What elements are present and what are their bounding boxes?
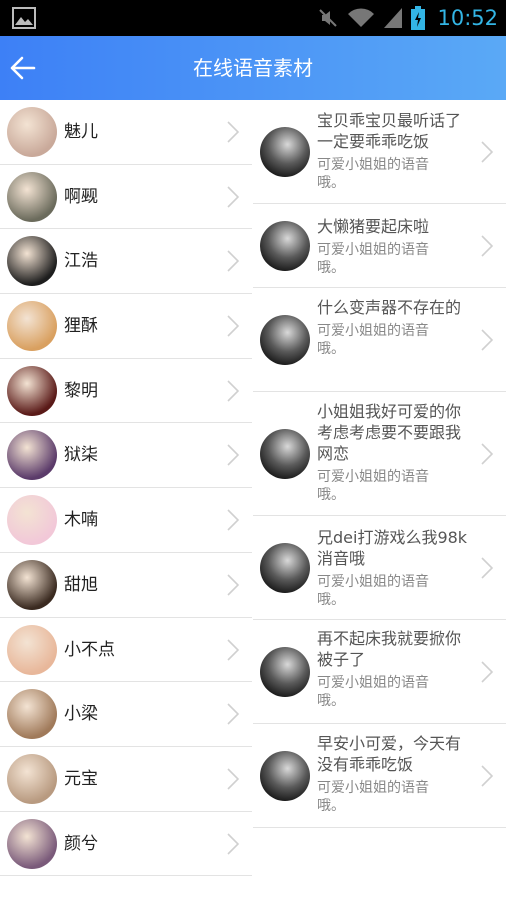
avatar xyxy=(7,171,57,222)
voice-clip-title: 什么变声器不存在的 xyxy=(317,298,462,317)
avatar xyxy=(260,315,310,365)
voice-clip-subtitle: 可爱小姐姐的语音哦。 xyxy=(317,469,429,503)
voice-clip-item[interactable]: 小姐姐我好可爱的你考虑考虑要不要跟我网恋可爱小姐姐的语音哦。 xyxy=(253,392,506,516)
image-notification-icon xyxy=(12,7,36,29)
voice-clip-item[interactable]: 兄dei打游戏么我98k消音哦可爱小姐姐的语音哦。 xyxy=(253,516,506,620)
chevron-right-icon xyxy=(227,186,240,208)
speaker-list-item[interactable]: 啊觋 xyxy=(0,165,252,230)
voice-clip-item[interactable]: 大懒猪要起床啦可爱小姐姐的语音哦。 xyxy=(253,204,506,288)
page-title: 在线语音素材 xyxy=(193,56,313,80)
speaker-list-item[interactable]: 木喃 xyxy=(0,488,252,553)
speaker-name: 小梁 xyxy=(64,704,98,725)
chevron-right-icon xyxy=(481,765,494,787)
voice-clip-subtitle: 可爱小姐姐的语音哦。 xyxy=(317,675,429,709)
avatar xyxy=(7,301,57,352)
speaker-name: 小不点 xyxy=(64,639,115,660)
voice-clip-subtitle: 可爱小姐姐的语音哦。 xyxy=(317,157,429,191)
voice-clip-subtitle: 可爱小姐姐的语音哦。 xyxy=(317,242,429,276)
chevron-right-icon xyxy=(227,250,240,272)
speaker-name: 黎明 xyxy=(64,380,98,401)
chevron-right-icon xyxy=(481,329,494,351)
signal-icon xyxy=(384,8,403,28)
voice-clip-title: 再不起床我就要掀你被子了 xyxy=(317,629,462,669)
chevron-right-icon xyxy=(481,557,494,579)
speaker-name: 魅儿 xyxy=(64,122,98,142)
speaker-list-item[interactable]: 颜兮 xyxy=(0,812,252,877)
avatar xyxy=(260,221,310,271)
avatar xyxy=(260,543,310,593)
speaker-list: 魅儿啊觋江浩狸酥黎明狱柒木喃甜旭小不点小梁元宝颜兮 xyxy=(0,100,252,877)
app-header: 在线语音素材 xyxy=(0,36,506,100)
speaker-name: 狱柒 xyxy=(64,445,98,466)
chevron-right-icon xyxy=(481,141,494,163)
voice-clip-item[interactable]: 再不起床我就要掀你被子了可爱小姐姐的语音哦。 xyxy=(253,620,506,724)
voice-clip-title: 兄dei打游戏么我98k消音哦 xyxy=(317,528,468,568)
chevron-right-icon xyxy=(227,574,240,596)
voice-clip-item[interactable]: 宝贝乖宝贝最听话了一定要乖乖吃饭可爱小姐姐的语音哦。 xyxy=(253,100,506,204)
speaker-name: 啊觋 xyxy=(64,186,98,207)
status-time: 10:52 xyxy=(437,6,498,30)
avatar xyxy=(7,365,57,416)
speaker-list-item[interactable]: 甜旭 xyxy=(0,553,252,618)
speaker-list-item[interactable]: 小不点 xyxy=(0,618,252,683)
chevron-right-icon xyxy=(227,315,240,337)
speaker-list-item[interactable]: 小梁 xyxy=(0,682,252,747)
voice-clip-title: 宝贝乖宝贝最听话了一定要乖乖吃饭 xyxy=(317,111,462,151)
battery-icon xyxy=(411,6,426,30)
speaker-name: 甜旭 xyxy=(64,574,98,595)
chevron-right-icon xyxy=(481,235,494,257)
avatar xyxy=(260,751,310,801)
avatar xyxy=(260,429,310,479)
status-bar: 10:52 xyxy=(0,0,506,36)
speaker-name: 颜兮 xyxy=(64,833,98,854)
avatar xyxy=(7,689,57,740)
voice-clip-item[interactable]: 早安小可爱，今天有没有乖乖吃饭可爱小姐姐的语音哦。 xyxy=(253,724,506,828)
avatar xyxy=(7,495,57,546)
avatar xyxy=(260,647,310,697)
speaker-list-item[interactable]: 狱柒 xyxy=(0,423,252,489)
chevron-right-icon xyxy=(481,661,494,683)
voice-clip-subtitle: 可爱小姐姐的语音哦。 xyxy=(317,780,429,814)
speaker-list-item[interactable]: 狸酥 xyxy=(0,294,252,359)
chevron-right-icon xyxy=(227,703,240,725)
chevron-right-icon xyxy=(227,121,240,143)
avatar xyxy=(7,753,57,804)
voice-clip-item[interactable]: 什么变声器不存在的可爱小姐姐的语音哦。 xyxy=(253,288,506,392)
voice-clip-title: 小姐姐我好可爱的你考虑考虑要不要跟我网恋 xyxy=(317,402,462,463)
voice-clip-subtitle: 可爱小姐姐的语音哦。 xyxy=(317,574,429,608)
chevron-right-icon xyxy=(227,509,240,531)
voice-clip-list: 宝贝乖宝贝最听话了一定要乖乖吃饭 可爱小姐姐的语音哦。 大懒猪要起床啦 可爱小姐姐的语… xyxy=(253,100,506,828)
speaker-list-item[interactable]: 江浩 xyxy=(0,229,252,295)
chevron-right-icon xyxy=(481,443,494,465)
avatar xyxy=(7,818,57,869)
avatar xyxy=(7,559,57,610)
voice-clip-title: 早安小可爱，今天有没有乖乖吃饭 xyxy=(317,734,462,774)
chevron-right-icon xyxy=(227,768,240,790)
avatar xyxy=(7,236,57,287)
avatar xyxy=(7,430,57,481)
avatar xyxy=(7,107,57,157)
speaker-list-item[interactable]: 魅儿 xyxy=(0,100,252,165)
speaker-list-item[interactable]: 元宝 xyxy=(0,747,252,812)
speaker-name: 江浩 xyxy=(64,251,98,272)
speaker-name: 元宝 xyxy=(64,768,98,789)
avatar xyxy=(260,127,310,177)
speaker-name: 狸酥 xyxy=(64,316,98,337)
speaker-list-item[interactable]: 黎明 xyxy=(0,359,252,424)
voice-clip-title: 大懒猪要起床啦 xyxy=(317,217,430,236)
wifi-icon xyxy=(348,8,375,27)
chevron-right-icon xyxy=(227,380,240,402)
chevron-right-icon xyxy=(227,638,240,661)
chevron-right-icon xyxy=(227,832,240,855)
chevron-right-icon xyxy=(227,444,240,467)
speaker-name: 木喃 xyxy=(64,510,98,531)
voice-clip-subtitle: 可爱小姐姐的语音哦。 xyxy=(317,323,429,357)
mute-icon xyxy=(319,9,338,27)
avatar xyxy=(7,624,57,675)
